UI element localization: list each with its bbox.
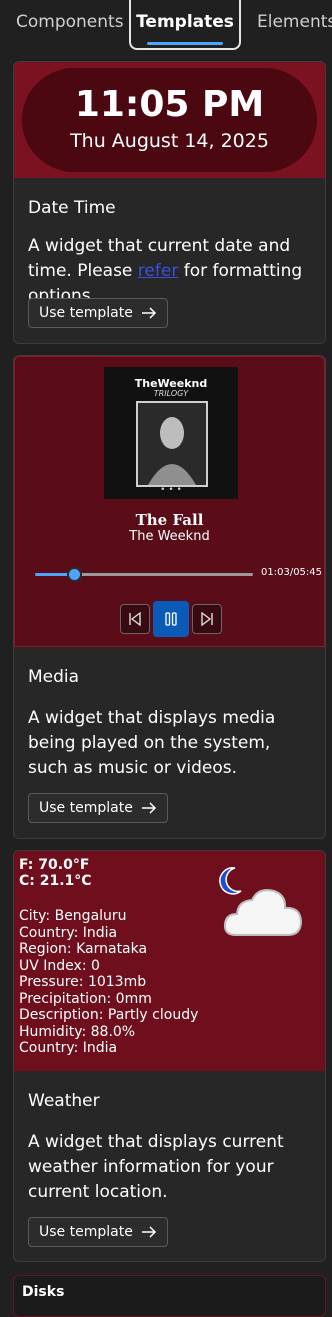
tab-templates[interactable]: Templates [129,0,241,50]
weather-line: Precipitation: 0mm [19,990,152,1007]
temperature-readout: F: 70.0°F C: 21.1°C [19,857,92,889]
timecode: 01:03/05:45 [261,567,323,578]
template-card-media: TheWeeknd TRILOGY • • • The Fall The Wee… [13,355,326,839]
refer-link[interactable]: refer [138,261,179,281]
album-name-text: TRILOGY [153,389,189,398]
temp-celsius: C: 21.1°C [19,873,92,889]
use-template-button[interactable]: Use template [28,793,168,823]
arrow-right-icon [141,1226,156,1238]
clock-date: Thu August 14, 2025 [70,130,269,152]
tab-components[interactable]: Components [16,0,124,48]
weather-line: City: Bengaluru [19,908,127,924]
pause-icon [165,612,177,626]
weather-line: Country: India [19,1040,118,1056]
album-photo [136,401,208,487]
pause-button[interactable] [153,601,189,637]
tab-bar: Components Templates Elements [0,0,332,50]
weather-line: Description: Partly cloudy [19,1007,199,1023]
button-label: Use template [39,800,133,816]
skip-next-icon [201,612,213,626]
seek-knob[interactable] [67,567,83,582]
button-label: Use template [39,305,133,321]
template-card-weather: F: 70.0°F C: 21.1°C City: Bengaluru Coun… [13,850,326,1262]
weather-preview: F: 70.0°F C: 21.1°C City: Bengaluru Coun… [14,851,325,1071]
previous-button[interactable] [120,604,150,634]
datetime-preview: 11:05 PM Thu August 14, 2025 [14,62,325,178]
weather-line: UV Index: 0 [19,957,100,974]
cloud-icon [223,889,303,936]
card-title: Weather [28,1091,100,1111]
weather-line: Humidity: 88.0% [19,1023,136,1040]
clock-time: 11:05 PM [74,84,265,125]
arrow-right-icon [141,307,156,319]
seek-bar[interactable] [35,567,253,582]
skip-previous-icon [129,612,141,626]
temp-fahrenheit: F: 70.0°F [19,857,90,873]
weather-line: Country: India [19,924,118,941]
template-card-datetime: 11:05 PM Thu August 14, 2025 Date Time A… [13,61,326,344]
template-card-disks: Disks [13,1275,326,1317]
tab-elements[interactable]: Elements [257,0,332,48]
card-title: Media [28,667,80,687]
disks-title: Disks [22,1284,65,1300]
card-description: A widget that displays media being playe… [28,708,276,778]
button-label: Use template [39,1224,133,1240]
media-preview: TheWeeknd TRILOGY • • • The Fall The Wee… [14,356,325,647]
card-title: Date Time [28,198,116,218]
use-template-button[interactable]: Use template [28,1217,168,1247]
album-dots: • • • [160,485,182,495]
weather-details: City: Bengaluru Country: India Region: K… [19,908,198,1057]
song-title: The Fall [135,511,204,529]
song-artist: The Weeknd [129,529,210,544]
use-template-button[interactable]: Use template [28,298,168,328]
weather-line: Region: Karnataka [19,941,148,957]
weather-line: Pressure: 1013mb [19,974,147,990]
active-tab-indicator [147,42,223,45]
card-description: A widget that displays current weather i… [28,1132,284,1202]
tab-templates-label: Templates [136,12,234,32]
arrow-right-icon [141,802,156,814]
next-button[interactable] [192,604,222,634]
album-art: TheWeeknd TRILOGY • • • [104,367,238,499]
